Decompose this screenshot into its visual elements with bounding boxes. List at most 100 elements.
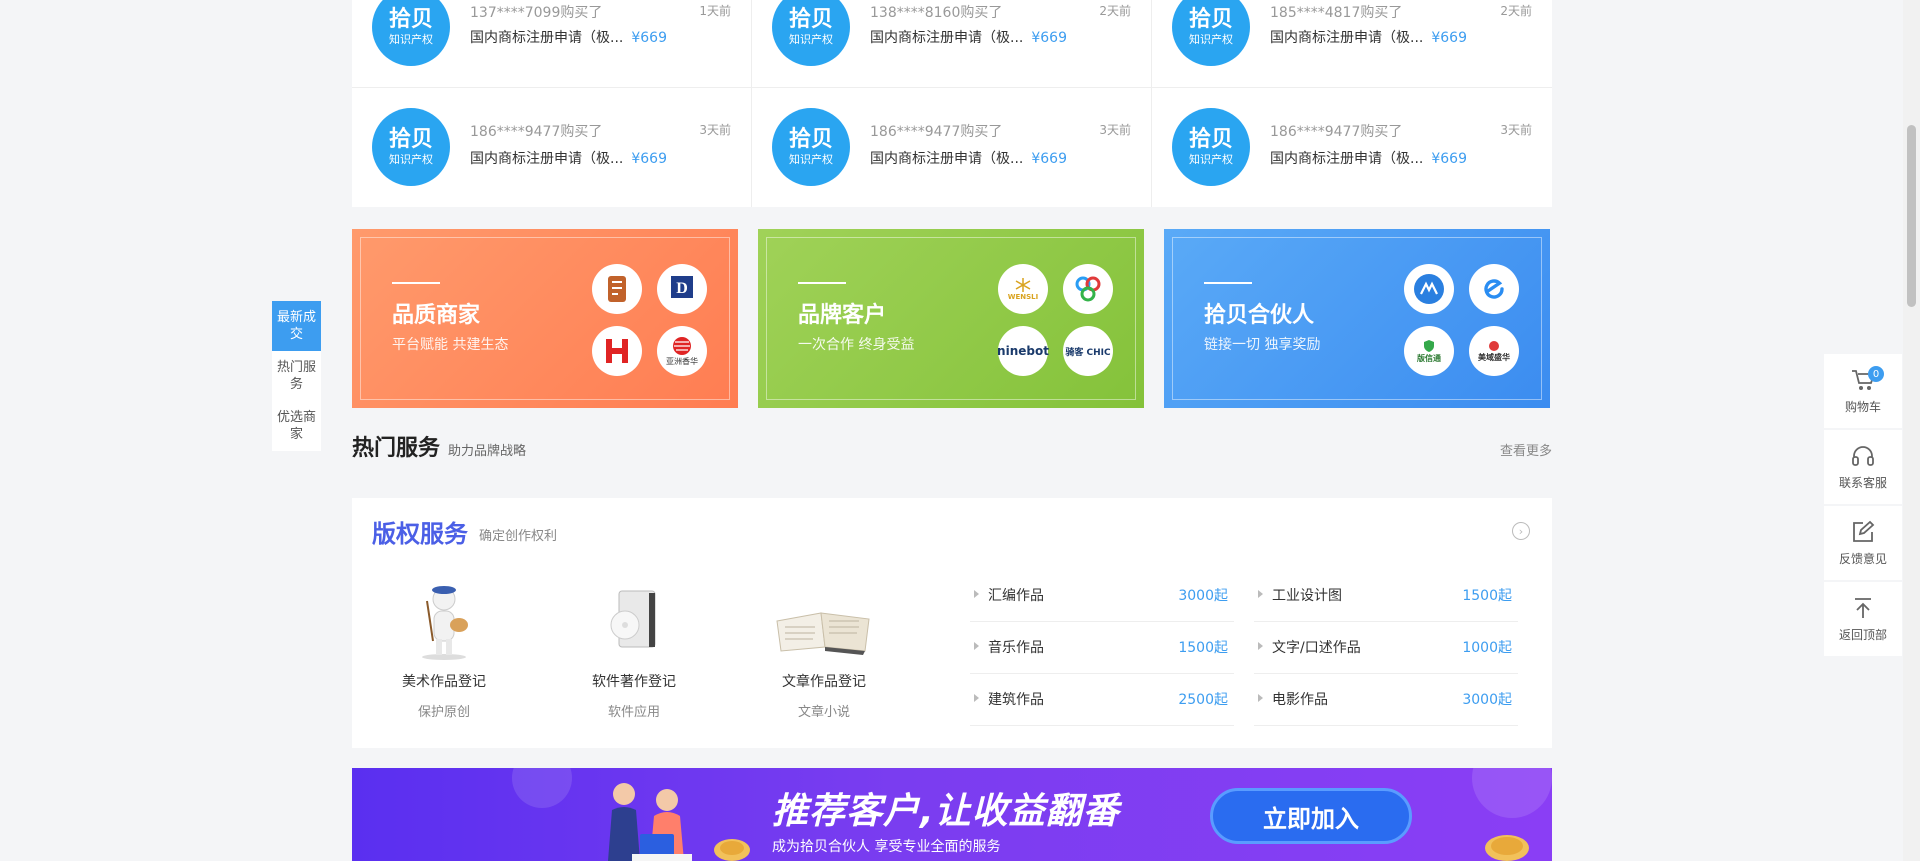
list-item[interactable]: 工业设计图 1500起 <box>1254 570 1518 622</box>
promo-partners[interactable]: 拾贝合伙人 链接一切 独享奖励 版信通 美域盛华 <box>1164 229 1550 408</box>
promo-title: 拾贝合伙人 <box>1204 303 1315 328</box>
nav-selected-merchants[interactable]: 优选商家 <box>272 401 321 451</box>
section-subtitle: 助力品牌战略 <box>448 444 527 459</box>
promo-subtitle: 链接一切 独享奖励 <box>1204 337 1321 353</box>
copyright-services-panel: 版权服务 确定创作权利 › 美术作品登记 保护原创 软件著作登记 软件应用 文章… <box>352 498 1552 748</box>
promo-brand-clients[interactable]: 品牌客户 一次合作 终身受益 WENSLI ninebot 骑客 CHIC <box>758 229 1144 408</box>
promo-cards: 品质商家 平台赋能 共建生态 D 亚洲香华 品牌客户 一次合作 终身受益 WEN… <box>352 229 1552 408</box>
scrollbar-track[interactable] <box>1903 0 1920 861</box>
deal-buyer: 137****7099购买了 <box>470 5 603 21</box>
merchant-logo-icon[interactable] <box>592 264 642 314</box>
coin-icon <box>1485 835 1529 861</box>
triangle-right-icon <box>974 642 979 650</box>
deal-card[interactable]: 拾贝 知识产权 137****7099购买了 1天前 国内商标注册申请（极... ¥… <box>352 0 752 88</box>
category-desc: 文章小说 <box>797 705 850 720</box>
client-logo-icon[interactable]: 骑客 CHIC <box>1063 326 1113 376</box>
banner-subtext: 成为拾贝合伙人 享受专业全面的服务 <box>772 839 1001 855</box>
section-title: 热门服务 <box>352 436 441 461</box>
merchant-logo-icon[interactable]: D <box>657 264 707 314</box>
deal-card[interactable]: 拾贝 知识产权 186****9477购买了 3天前 国内商标注册申请（极... ¥… <box>752 88 1152 207</box>
deal-buyer: 186****9477购买了 <box>1270 124 1403 140</box>
cart-count-badge: 0 <box>1868 366 1884 382</box>
shibei-logo: 拾贝 知识产权 <box>1172 108 1250 186</box>
promo-subtitle: 平台赋能 共建生态 <box>392 337 509 353</box>
deal-card[interactable]: 拾贝 知识产权 186****9477购买了 3天前 国内商标注册申请（极... ¥… <box>352 88 752 207</box>
promo-dash <box>392 282 440 284</box>
partner-logo-icon[interactable] <box>1469 264 1519 314</box>
left-floating-nav: 最新成交 热门服务 优选商家 <box>272 301 321 451</box>
promo-dash <box>798 282 846 284</box>
deal-price: ¥669 <box>1031 30 1067 46</box>
right-floating-toolbar: 0 购物车 联系客服 反馈意见 返回顶部 <box>1824 354 1902 658</box>
client-logo-icon[interactable]: ninebot <box>997 326 1049 376</box>
partner-logo-icon[interactable]: 版信通 <box>1404 326 1454 376</box>
triangle-right-icon <box>1258 694 1263 702</box>
shibei-logo: 拾贝 知识产权 <box>372 0 450 66</box>
deal-buyer: 185****4817购买了 <box>1270 5 1403 21</box>
deal-price: ¥669 <box>1431 151 1467 167</box>
deal-title: 国内商标注册申请（极... ¥669 <box>470 30 667 46</box>
toolbar-label: 返回顶部 <box>1838 627 1887 642</box>
deal-card[interactable]: 拾贝 知识产权 138****8160购买了 2天前 国内商标注册申请（极... ¥… <box>752 0 1152 88</box>
category-software[interactable]: 软件著作登记 软件应用 <box>559 581 709 720</box>
category-article[interactable]: 文章作品登记 文章小说 <box>749 581 899 720</box>
view-more-link[interactable]: 查看更多 <box>1500 440 1552 459</box>
coin-icon <box>714 839 750 861</box>
deal-time: 2天前 <box>1500 4 1532 18</box>
panel-subtitle: 确定创作权利 <box>479 529 558 544</box>
chevron-right-icon[interactable]: › <box>1512 522 1530 540</box>
artist-illustration-icon <box>389 581 499 661</box>
list-item[interactable]: 电影作品 3000起 <box>1254 674 1518 726</box>
shibei-logo: 拾贝 知识产权 <box>1172 0 1250 66</box>
deal-time: 3天前 <box>1500 123 1532 137</box>
deal-price: ¥669 <box>1431 30 1467 46</box>
list-item[interactable]: 汇编作品 3000起 <box>970 570 1234 622</box>
triangle-right-icon <box>974 590 979 598</box>
toolbar-label: 购物车 <box>1844 399 1881 414</box>
category-desc: 软件应用 <box>607 705 660 720</box>
promo-title: 品牌客户 <box>798 303 887 328</box>
open-book-illustration-icon <box>769 581 879 661</box>
category-name: 美术作品登记 <box>402 674 486 690</box>
list-item[interactable]: 文字/口述作品 1000起 <box>1254 622 1518 674</box>
latest-deals-grid: 拾贝 知识产权 137****7099购买了 1天前 国内商标注册申请（极... ¥… <box>352 0 1552 207</box>
deal-price: ¥669 <box>631 30 667 46</box>
deal-time: 1天前 <box>699 4 731 18</box>
deal-card[interactable]: 拾贝 知识产权 186****9477购买了 3天前 国内商标注册申请（极... ¥… <box>1152 88 1552 207</box>
deal-title: 国内商标注册申请（极... ¥669 <box>870 30 1067 46</box>
cart-button[interactable]: 0 购物车 <box>1824 354 1902 428</box>
toolbar-label: 联系客服 <box>1838 475 1887 490</box>
scrollbar-thumb[interactable] <box>1907 125 1916 307</box>
category-art[interactable]: 美术作品登记 保护原创 <box>369 581 519 720</box>
partner-logo-icon[interactable]: 美域盛华 <box>1469 326 1519 376</box>
client-logo-icon[interactable] <box>1063 264 1113 314</box>
deal-title: 国内商标注册申请（极... ¥669 <box>870 151 1067 167</box>
merchant-logo-icon[interactable]: 亚洲香华 <box>657 326 707 376</box>
partner-recruit-banner[interactable]: 推荐客户,让收益翻番 成为拾贝合伙人 享受专业全面的服务 立即加入 <box>352 768 1552 861</box>
list-item[interactable]: 音乐作品 1500起 <box>970 622 1234 674</box>
category-name: 软件著作登记 <box>592 674 676 690</box>
triangle-right-icon <box>1258 642 1263 650</box>
deal-time: 3天前 <box>699 123 731 137</box>
nav-hot-services[interactable]: 热门服务 <box>272 351 321 401</box>
feedback-button[interactable]: 反馈意见 <box>1824 506 1902 580</box>
list-item[interactable]: 建筑作品 2500起 <box>970 674 1234 726</box>
team-illustration-icon <box>608 783 692 861</box>
partner-logo-icon[interactable] <box>1404 264 1454 314</box>
banner-headline: 推荐客户,让收益翻番 <box>772 791 1120 832</box>
triangle-right-icon <box>1258 590 1263 598</box>
promo-quality-merchants[interactable]: 品质商家 平台赋能 共建生态 D 亚洲香华 <box>352 229 738 408</box>
client-logo-icon[interactable]: WENSLI <box>998 264 1048 314</box>
merchant-logo-icon[interactable] <box>592 326 642 376</box>
join-now-button[interactable]: 立即加入 <box>1210 788 1412 844</box>
customer-service-button[interactable]: 联系客服 <box>1824 430 1902 504</box>
deal-card[interactable]: 拾贝 知识产权 185****4817购买了 2天前 国内商标注册申请（极... ¥… <box>1152 0 1552 88</box>
back-to-top-button[interactable]: 返回顶部 <box>1824 582 1902 656</box>
svg-text:D: D <box>676 280 688 297</box>
software-box-illustration-icon <box>579 581 689 661</box>
shibei-logo: 拾贝 知识产权 <box>772 108 850 186</box>
deal-title: 国内商标注册申请（极... ¥669 <box>1270 151 1467 167</box>
nav-latest-deals[interactable]: 最新成交 <box>272 301 321 351</box>
shibei-logo: 拾贝 知识产权 <box>772 0 850 66</box>
headset-icon <box>1852 445 1874 466</box>
